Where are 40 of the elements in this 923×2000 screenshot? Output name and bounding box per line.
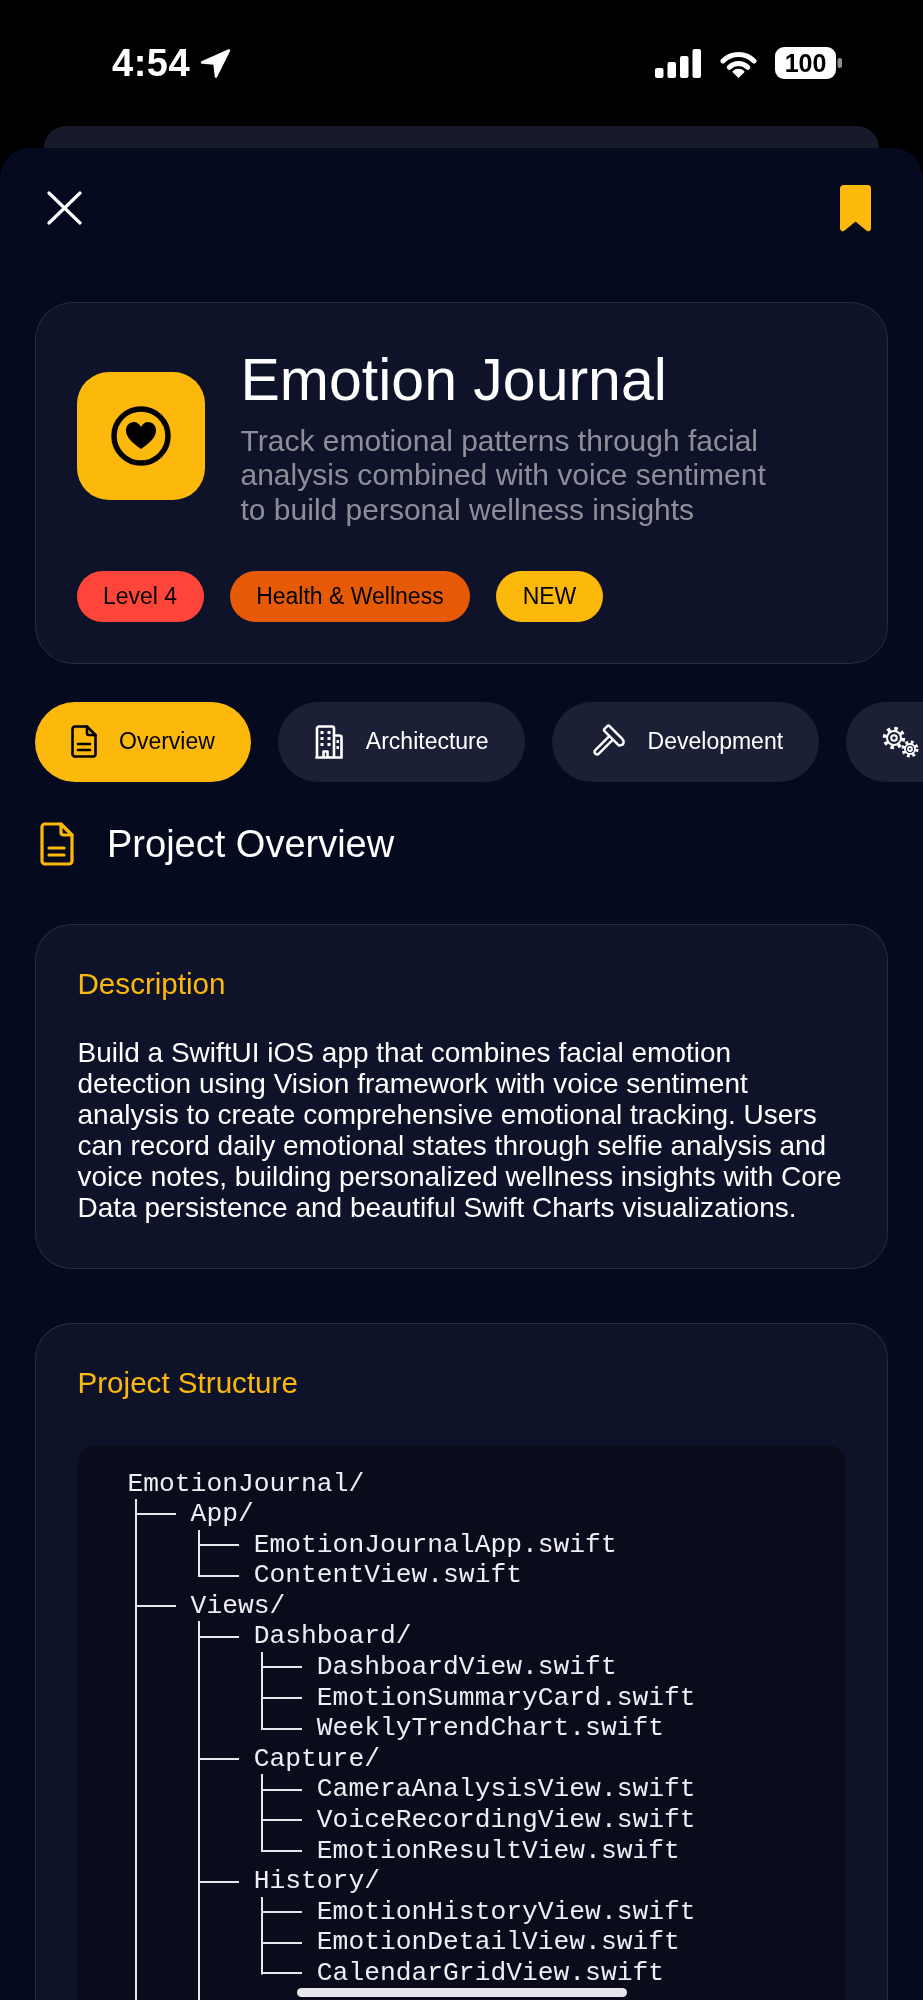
document-icon bbox=[40, 822, 74, 866]
tab[interactable]: Development bbox=[551, 701, 820, 782]
signal-icon bbox=[655, 48, 701, 78]
file-name: EmotionResultView.swift bbox=[316, 1835, 680, 1867]
folder-name: History/ bbox=[253, 1866, 380, 1897]
folder-name: Capture/ bbox=[253, 1743, 380, 1775]
bookmark-icon[interactable] bbox=[840, 184, 871, 232]
folder-name: Dashboard/ bbox=[253, 1621, 412, 1653]
tag: Health & Wellness bbox=[229, 570, 471, 622]
section-title: Project Overview bbox=[107, 821, 395, 867]
building-icon bbox=[313, 724, 344, 759]
card-title: Description bbox=[77, 966, 227, 1001]
app-title: Emotion Journal bbox=[240, 345, 668, 414]
file-name: CalendarGridView.swift bbox=[316, 1958, 664, 1989]
gears-icon bbox=[882, 725, 921, 758]
file-name: EmotionDetailView.swift bbox=[316, 1927, 680, 1958]
file-name: CameraAnalysisView.swift bbox=[316, 1774, 696, 1806]
battery-indicator: 100 bbox=[775, 47, 842, 79]
document-icon bbox=[71, 725, 97, 758]
folder-name: App/ bbox=[190, 1499, 254, 1530]
tab[interactable]: Architecture bbox=[277, 701, 525, 782]
file-name: VoiceRecordingView.swift bbox=[316, 1805, 696, 1836]
file-name: DashboardView.swift bbox=[316, 1652, 617, 1683]
tab[interactable]: Overview bbox=[35, 701, 251, 782]
file-name: ContentView.swift bbox=[253, 1560, 522, 1591]
file-name: EmotionJournalApp.swift bbox=[253, 1529, 617, 1561]
description-text: Build a SwiftUI iOS app that combines facial emotion detection using Vision framework with voice sentiment analysis to create comprehensive emotional tracking. Users can record daily emotional states through selfie analysis and voice notes, building personalized wellness insights with Core Data persistence and beautiful Swift Charts visualizations. bbox=[77, 1036, 843, 1223]
card-title: Project Structure bbox=[77, 1365, 299, 1400]
file-name: EmotionSummaryCard.swift bbox=[316, 1682, 696, 1714]
file-name: EmotionHistoryView.swift bbox=[316, 1896, 696, 1928]
status-time: 4:54 bbox=[112, 41, 191, 85]
tab[interactable] bbox=[846, 701, 923, 782]
close-icon[interactable] bbox=[47, 191, 82, 225]
tag: NEW bbox=[496, 570, 603, 622]
tag: Level 4 bbox=[76, 570, 204, 622]
location-arrow-icon bbox=[200, 48, 232, 78]
app-subtitle: Track emotional patterns through facial analysis combined with voice sentiment to build personal wellness insights bbox=[240, 423, 767, 527]
folder-name: EmotionJournal/ bbox=[127, 1468, 365, 1500]
folder-name: Views/ bbox=[190, 1590, 286, 1622]
file-name: WeeklyTrendChart.swift bbox=[316, 1713, 664, 1744]
